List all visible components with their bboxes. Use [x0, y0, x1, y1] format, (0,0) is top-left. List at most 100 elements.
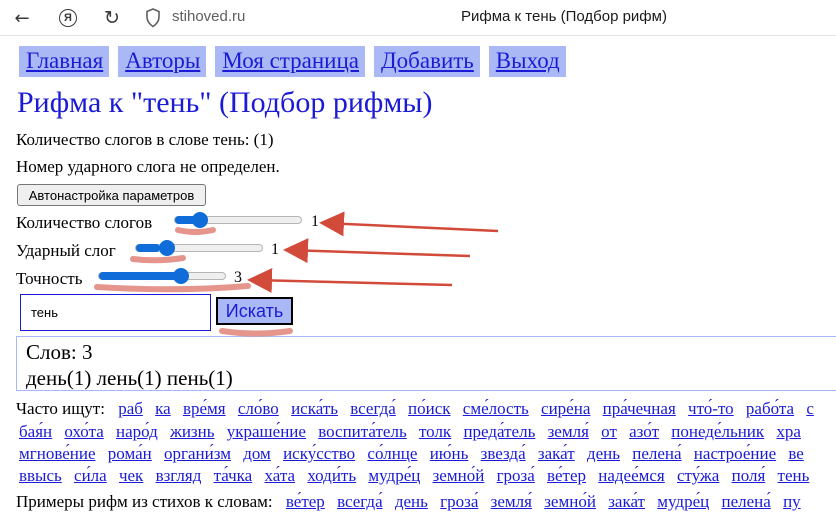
stress-info: Номер ударного слога не определен. — [16, 157, 280, 176]
popular-link[interactable]: ха́та — [264, 466, 295, 485]
popular-link[interactable]: сире́на — [541, 399, 590, 418]
popular-link[interactable]: азо́т — [629, 422, 659, 441]
popular-link[interactable]: со́лнце — [367, 444, 417, 463]
reload-icon[interactable]: ↻ — [100, 6, 124, 30]
popular-link[interactable]: ве́тер — [547, 466, 586, 485]
popular-link[interactable]: охо́та — [64, 422, 103, 441]
popular-link[interactable]: ходи́ть — [307, 466, 356, 485]
stress-slider[interactable] — [135, 240, 263, 256]
popular-link[interactable]: рома́н — [108, 444, 152, 463]
popular-link[interactable]: рабо́та — [746, 399, 794, 418]
popular-link[interactable]: пелена́ — [632, 444, 681, 463]
accuracy-value: 3 — [234, 269, 242, 286]
accuracy-slider-label: Точность — [16, 269, 83, 288]
popular-link[interactable]: земля́ — [548, 422, 589, 441]
example-link[interactable]: день — [395, 492, 428, 511]
popular-link[interactable]: надее́мся — [598, 466, 665, 485]
menu-home[interactable]: Главная — [19, 46, 110, 77]
popular-link[interactable]: толк — [419, 422, 451, 441]
examples-row: Примеры рифм из стихов к словам: ве́тер … — [16, 492, 809, 512]
browser-toolbar: ← Я ↻ stihoved.ru Рифма к тень (Подбор р… — [0, 0, 836, 36]
popular-row-1: Часто ищут: раб ка вре́мя сло́во иска́ть… — [16, 399, 822, 419]
syllables-slider-label: Количество слогов — [16, 213, 153, 232]
popular-link[interactable]: день — [587, 444, 620, 463]
popular-link[interactable]: настрое́ние — [694, 444, 776, 463]
popular-row-4: ввысь си́ла чек взгляд та́чка ха́та ходи… — [19, 466, 817, 486]
search-button[interactable]: Искать — [216, 297, 293, 325]
popular-link[interactable]: украше́ние — [227, 422, 306, 441]
popular-link[interactable]: дом — [243, 444, 271, 463]
popular-link[interactable]: что́-то — [688, 399, 734, 418]
popular-link[interactable]: с — [806, 399, 814, 418]
popular-link[interactable]: всегда́ — [350, 399, 396, 418]
underline-search-button — [219, 328, 293, 337]
result-words: день(1) лень(1) пень(1) — [26, 366, 233, 390]
popular-link[interactable]: тень — [778, 466, 810, 485]
popular-link[interactable]: звезда́ — [481, 444, 526, 463]
syllables-value: 1 — [311, 213, 319, 230]
popular-link[interactable]: воспита́тель — [318, 422, 407, 441]
example-link[interactable]: мудре́ц — [657, 492, 709, 511]
popular-link[interactable]: поля́ — [732, 466, 766, 485]
example-link[interactable]: земно́й — [544, 492, 596, 511]
example-link[interactable]: земля́ — [491, 492, 532, 511]
result-count: Слов: 3 — [26, 340, 93, 364]
popular-link[interactable]: понеде́льник — [671, 422, 764, 441]
popular-link[interactable]: жизнь — [170, 422, 214, 441]
popular-link[interactable]: чек — [119, 466, 143, 485]
popular-link[interactable]: иска́ть — [291, 399, 338, 418]
popular-link[interactable]: бая́н — [19, 422, 52, 441]
popular-link[interactable]: по́иск — [408, 399, 451, 418]
popular-link[interactable]: от — [601, 422, 617, 441]
popular-link[interactable]: ввысь — [19, 466, 62, 485]
shield-icon[interactable] — [145, 8, 161, 28]
stress-slider-thumb[interactable] — [159, 240, 175, 256]
example-link[interactable]: всегда́ — [337, 492, 383, 511]
popular-link[interactable]: преда́тель — [463, 422, 535, 441]
popular-link[interactable]: сме́лость — [463, 399, 529, 418]
syllables-info: Количество слогов в слове тень: (1) — [16, 130, 274, 149]
popular-link[interactable]: вре́мя — [183, 399, 226, 418]
syllables-slider-thumb[interactable] — [192, 212, 208, 228]
popular-link[interactable]: земно́й — [433, 466, 485, 485]
accuracy-slider[interactable] — [98, 268, 226, 284]
stress-slider-label: Ударный слог — [16, 241, 116, 260]
popular-link[interactable]: ка — [155, 399, 171, 418]
popular-link[interactable]: та́чка — [214, 466, 253, 485]
yandex-letter: Я — [59, 9, 77, 27]
popular-link[interactable]: органи́зм — [164, 444, 231, 463]
menu-authors[interactable]: Авторы — [118, 46, 207, 77]
popular-link[interactable]: пра́чечная — [603, 399, 676, 418]
accuracy-slider-thumb[interactable] — [173, 268, 189, 284]
yandex-logo-icon[interactable]: Я — [56, 6, 80, 30]
menu-my-page[interactable]: Моя страница — [215, 46, 365, 77]
popular-link[interactable]: раб — [118, 399, 143, 418]
menu-add[interactable]: Добавить — [373, 46, 480, 77]
example-link[interactable]: зака́т — [608, 492, 645, 511]
popular-link[interactable]: зака́т — [538, 444, 575, 463]
popular-link[interactable]: наро́д — [116, 422, 158, 441]
example-link[interactable]: пу — [783, 492, 801, 511]
back-arrow-icon[interactable]: ← — [10, 6, 34, 30]
syllables-slider[interactable] — [174, 212, 302, 228]
arrow-stress — [283, 238, 471, 264]
example-link[interactable]: гроза́ — [440, 492, 478, 511]
popular-link[interactable]: сту́жа — [677, 466, 719, 485]
popular-link[interactable]: ве — [788, 444, 803, 463]
popular-link[interactable]: хра — [776, 422, 801, 441]
popular-link[interactable]: мгнове́ние — [19, 444, 96, 463]
menu-logout[interactable]: Выход — [488, 46, 566, 77]
popular-link[interactable]: взгляд — [156, 466, 202, 485]
auto-settings-button[interactable]: Автонастройка параметров — [17, 184, 206, 206]
address-bar-domain[interactable]: stihoved.ru — [172, 8, 245, 25]
stress-value: 1 — [271, 241, 279, 258]
popular-link[interactable]: си́ла — [74, 466, 107, 485]
search-input[interactable]: тень — [20, 294, 211, 331]
popular-link[interactable]: иску́сство — [283, 444, 355, 463]
popular-link[interactable]: сло́во — [238, 399, 279, 418]
popular-link[interactable]: ию́нь — [430, 444, 469, 463]
example-link[interactable]: пелена́ — [721, 492, 770, 511]
example-link[interactable]: ве́тер — [286, 492, 325, 511]
popular-link[interactable]: мудре́ц — [368, 466, 420, 485]
popular-link[interactable]: гроза́ — [497, 466, 535, 485]
